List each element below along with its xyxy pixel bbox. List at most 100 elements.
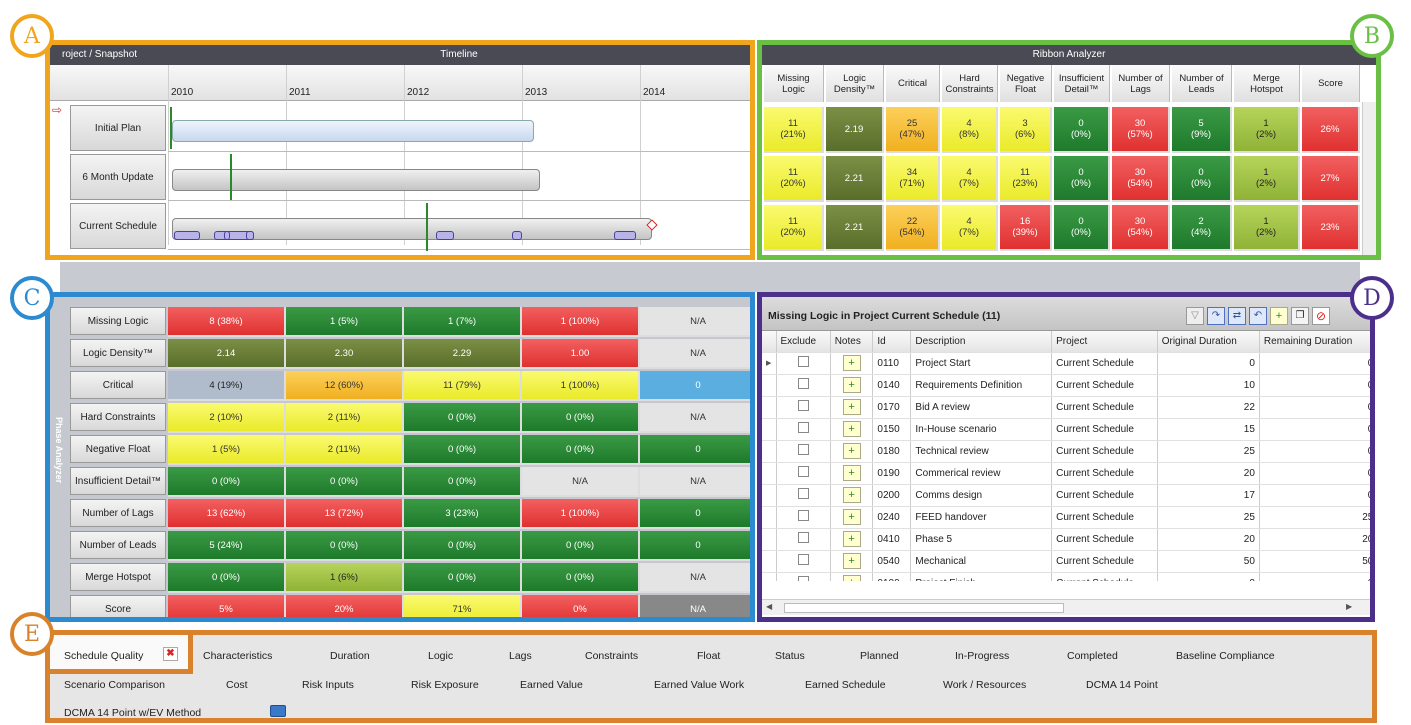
- tab-item[interactable]: Constraints: [585, 650, 638, 662]
- ribbon-cell[interactable]: 25 (47%): [886, 107, 940, 153]
- phase-cell[interactable]: 0 (0%): [404, 435, 522, 465]
- phase-cell[interactable]: N/A: [522, 467, 640, 497]
- close-tab-icon[interactable]: ✖: [163, 647, 178, 661]
- phase-cell[interactable]: 2.29: [404, 339, 522, 369]
- phase-cell[interactable]: N/A: [640, 467, 750, 497]
- copy-icon[interactable]: ❐: [1291, 307, 1309, 325]
- ribbon-cell[interactable]: 26%: [1302, 107, 1360, 153]
- ribbon-cell[interactable]: 4 (7%): [942, 205, 998, 251]
- add-note-icon[interactable]: +: [842, 553, 861, 569]
- ribbon-cell[interactable]: 1 (2%): [1234, 205, 1300, 251]
- phase-cell[interactable]: 0 (0%): [404, 403, 522, 433]
- tab-item[interactable]: DCMA 14 Point w/EV Method: [64, 707, 201, 719]
- table-row[interactable]: +0410Phase 5Current Schedule202011: [762, 528, 1370, 551]
- phase-cell[interactable]: 1.00: [522, 339, 640, 369]
- phase-cell[interactable]: 11 (79%): [404, 371, 522, 401]
- activity-bar[interactable]: [614, 231, 636, 240]
- ribbon-cell[interactable]: 30 (57%): [1112, 107, 1170, 153]
- import-icon[interactable]: ↶: [1249, 307, 1267, 325]
- ribbon-cell[interactable]: 23%: [1302, 205, 1360, 251]
- phase-cell[interactable]: 0 (0%): [168, 467, 286, 497]
- table-row[interactable]: +0140 Requirements Definition Current Sche…: [762, 374, 1370, 397]
- table-row[interactable]: +0190 Commerical review Current Schedule 20…: [762, 462, 1370, 485]
- refresh-icon[interactable]: ⇄: [1228, 307, 1246, 325]
- grid-column-header[interactable]: Id: [872, 331, 912, 353]
- add-note-icon[interactable]: +: [842, 355, 861, 371]
- ribbon-column-header[interactable]: Insufficient Detail™: [1054, 65, 1110, 102]
- phase-cell[interactable]: 0 (0%): [286, 531, 404, 561]
- phase-cell[interactable]: 0%: [522, 595, 640, 617]
- ribbon-cell[interactable]: 16 (39%): [1000, 205, 1052, 251]
- phase-cell[interactable]: 2 (11%): [286, 403, 404, 433]
- grid-column-header[interactable]: Original Duration: [1157, 331, 1260, 353]
- phase-cell[interactable]: 2.14: [168, 339, 286, 369]
- tab-item[interactable]: Baseline Compliance: [1176, 650, 1275, 662]
- tab-item[interactable]: Work / Resources: [943, 679, 1026, 691]
- phase-row-label[interactable]: Negative Float: [70, 435, 166, 463]
- phase-cell[interactable]: 0 (0%): [286, 467, 404, 497]
- tab-item[interactable]: Completed: [1067, 650, 1118, 662]
- phase-row-label[interactable]: Score: [70, 595, 166, 617]
- phase-cell[interactable]: 0 (0%): [522, 531, 640, 561]
- tab-item[interactable]: Cost: [226, 679, 248, 691]
- phase-row-label[interactable]: Logic Density™: [70, 339, 166, 367]
- ribbon-column-header[interactable]: Score: [1302, 65, 1360, 102]
- phase-row-label[interactable]: Number of Lags: [70, 499, 166, 527]
- ribbon-cell[interactable]: 11 (21%): [764, 107, 824, 153]
- tab-item[interactable]: Scenario Comparison: [64, 679, 165, 691]
- phase-cell[interactable]: 5%: [168, 595, 286, 617]
- phase-cell[interactable]: 0: [640, 531, 750, 561]
- tab-item[interactable]: Earned Value: [520, 679, 583, 691]
- phase-cell[interactable]: 2.30: [286, 339, 404, 369]
- ribbon-cell[interactable]: 0 (0%): [1054, 205, 1110, 251]
- phase-cell[interactable]: 3 (23%): [404, 499, 522, 529]
- ribbon-cell[interactable]: 1 (2%): [1234, 156, 1300, 202]
- phase-row-label[interactable]: Critical: [70, 371, 166, 399]
- table-row[interactable]: +0180Technical reviewCurrent Schedule250…: [762, 440, 1370, 463]
- ribbon-column-header[interactable]: Merge Hotspot: [1234, 65, 1300, 102]
- phase-cell[interactable]: N/A: [640, 563, 750, 593]
- ribbon-cell[interactable]: 0 (0%): [1172, 156, 1232, 202]
- phase-cell[interactable]: 1 (7%): [404, 307, 522, 337]
- table-row[interactable]: +0240FEED handoverCurrent Schedule2525: [762, 506, 1370, 529]
- exclude-checkbox[interactable]: [797, 378, 809, 389]
- tab-item[interactable]: Lags: [509, 650, 532, 662]
- phase-cell[interactable]: 0: [640, 499, 750, 529]
- ribbon-cell[interactable]: 0 (0%): [1054, 107, 1110, 153]
- tab-item[interactable]: Risk Exposure: [411, 679, 479, 691]
- phase-cell[interactable]: 8 (38%): [168, 307, 286, 337]
- ribbon-cell[interactable]: 11 (23%): [1000, 156, 1052, 202]
- add-note-icon[interactable]: +: [1270, 307, 1288, 325]
- phase-cell[interactable]: 4 (19%): [168, 371, 286, 401]
- ribbon-column-header[interactable]: Negative Float: [1000, 65, 1052, 102]
- ribbon-cell[interactable]: 11 (20%): [764, 156, 824, 202]
- grid-column-header[interactable]: Notes: [830, 331, 874, 353]
- phase-cell[interactable]: 12 (60%): [286, 371, 404, 401]
- phase-row-label[interactable]: Missing Logic: [70, 307, 166, 335]
- phase-cell[interactable]: 0 (0%): [404, 531, 522, 561]
- tab-item[interactable]: Earned Schedule: [805, 679, 886, 691]
- activity-bar[interactable]: [174, 231, 200, 240]
- activity-bar[interactable]: [246, 231, 254, 240]
- add-note-icon[interactable]: +: [842, 487, 861, 503]
- table-row[interactable]: +0150 In-House scenario Current Schedule 15…: [762, 418, 1370, 441]
- phase-cell[interactable]: 13 (62%): [168, 499, 286, 529]
- exclude-checkbox[interactable]: [797, 422, 809, 433]
- tab-item[interactable]: DCMA 14 Point: [1086, 679, 1158, 691]
- exclude-checkbox[interactable]: [797, 444, 809, 455]
- ribbon-cell[interactable]: 1 (2%): [1234, 107, 1300, 153]
- ribbon-cell[interactable]: 22 (54%): [886, 205, 940, 251]
- ribbon-cell[interactable]: 11 (20%): [764, 205, 824, 251]
- activity-bar[interactable]: [436, 231, 454, 240]
- ribbon-cell[interactable]: 3 (6%): [1000, 107, 1052, 153]
- exclude-checkbox[interactable]: [797, 554, 809, 565]
- tab-item[interactable]: Planned: [860, 650, 899, 662]
- tab-item[interactable]: Risk Inputs: [302, 679, 354, 691]
- phase-cell[interactable]: 0: [640, 435, 750, 465]
- cancel-icon[interactable]: ⊘: [1312, 307, 1330, 325]
- exclude-checkbox[interactable]: [797, 510, 809, 521]
- table-row[interactable]: +0170Bid A reviewCurrent Schedule2201: [762, 396, 1370, 419]
- snapshot-row-label[interactable]: Initial Plan: [70, 105, 166, 151]
- phase-cell[interactable]: 2 (11%): [286, 435, 404, 465]
- phase-cell[interactable]: 1 (5%): [286, 307, 404, 337]
